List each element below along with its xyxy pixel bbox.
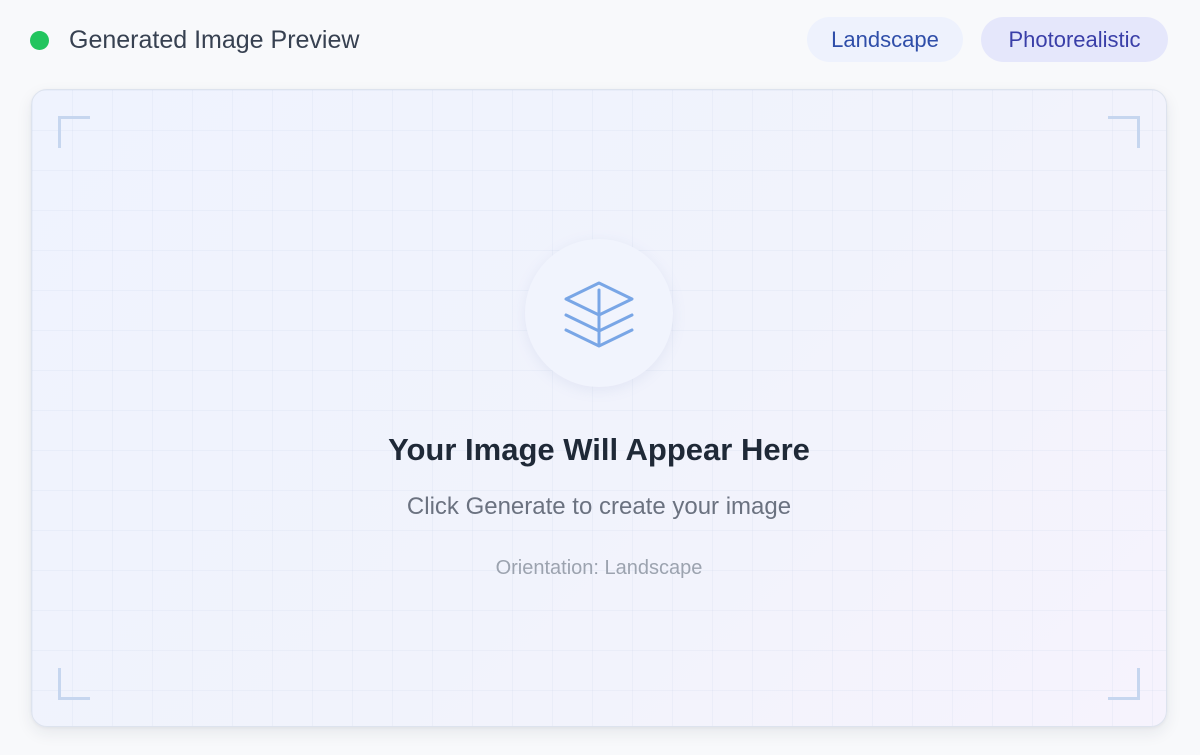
placeholder-headline: Your Image Will Appear Here <box>388 432 810 467</box>
placeholder-subtitle: Click Generate to create your image <box>406 493 792 520</box>
style-tag[interactable]: Photorealistic <box>981 17 1168 62</box>
orientation-label: Orientation: Landscape <box>495 557 703 579</box>
layers-icon <box>564 281 634 348</box>
corner-bracket-top-right <box>1108 116 1140 148</box>
panel-title: Generated Image Preview <box>69 26 360 54</box>
corner-bracket-bottom-left <box>58 668 90 700</box>
image-preview-area: Your Image Will Appear Here Click Genera… <box>31 89 1167 727</box>
orientation-tag[interactable]: Landscape <box>807 17 963 62</box>
corner-bracket-bottom-right <box>1108 668 1140 700</box>
corner-bracket-top-left <box>58 116 90 148</box>
preview-header: Generated Image Preview Landscape Photor… <box>0 0 1200 82</box>
status-indicator <box>30 31 49 50</box>
placeholder-icon-container <box>525 239 673 387</box>
